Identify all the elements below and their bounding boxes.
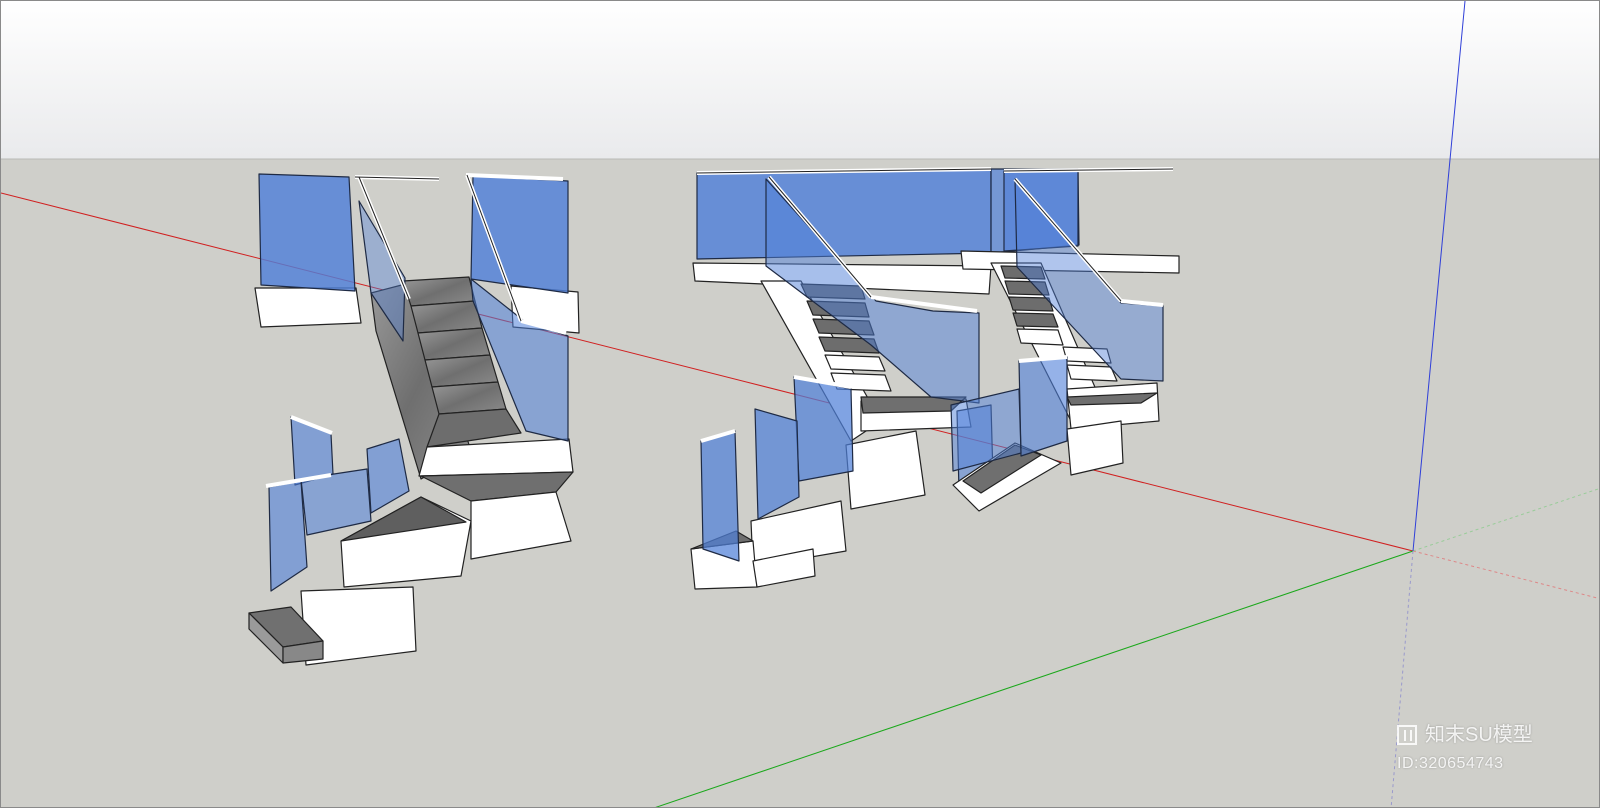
landing-slab <box>254 287 362 328</box>
3d-scene[interactable] <box>1 1 1600 808</box>
modeling-viewport[interactable]: 知末SU模型 ID:320654743 <box>0 0 1600 808</box>
sky <box>1 1 1599 159</box>
winder-block <box>845 430 926 510</box>
